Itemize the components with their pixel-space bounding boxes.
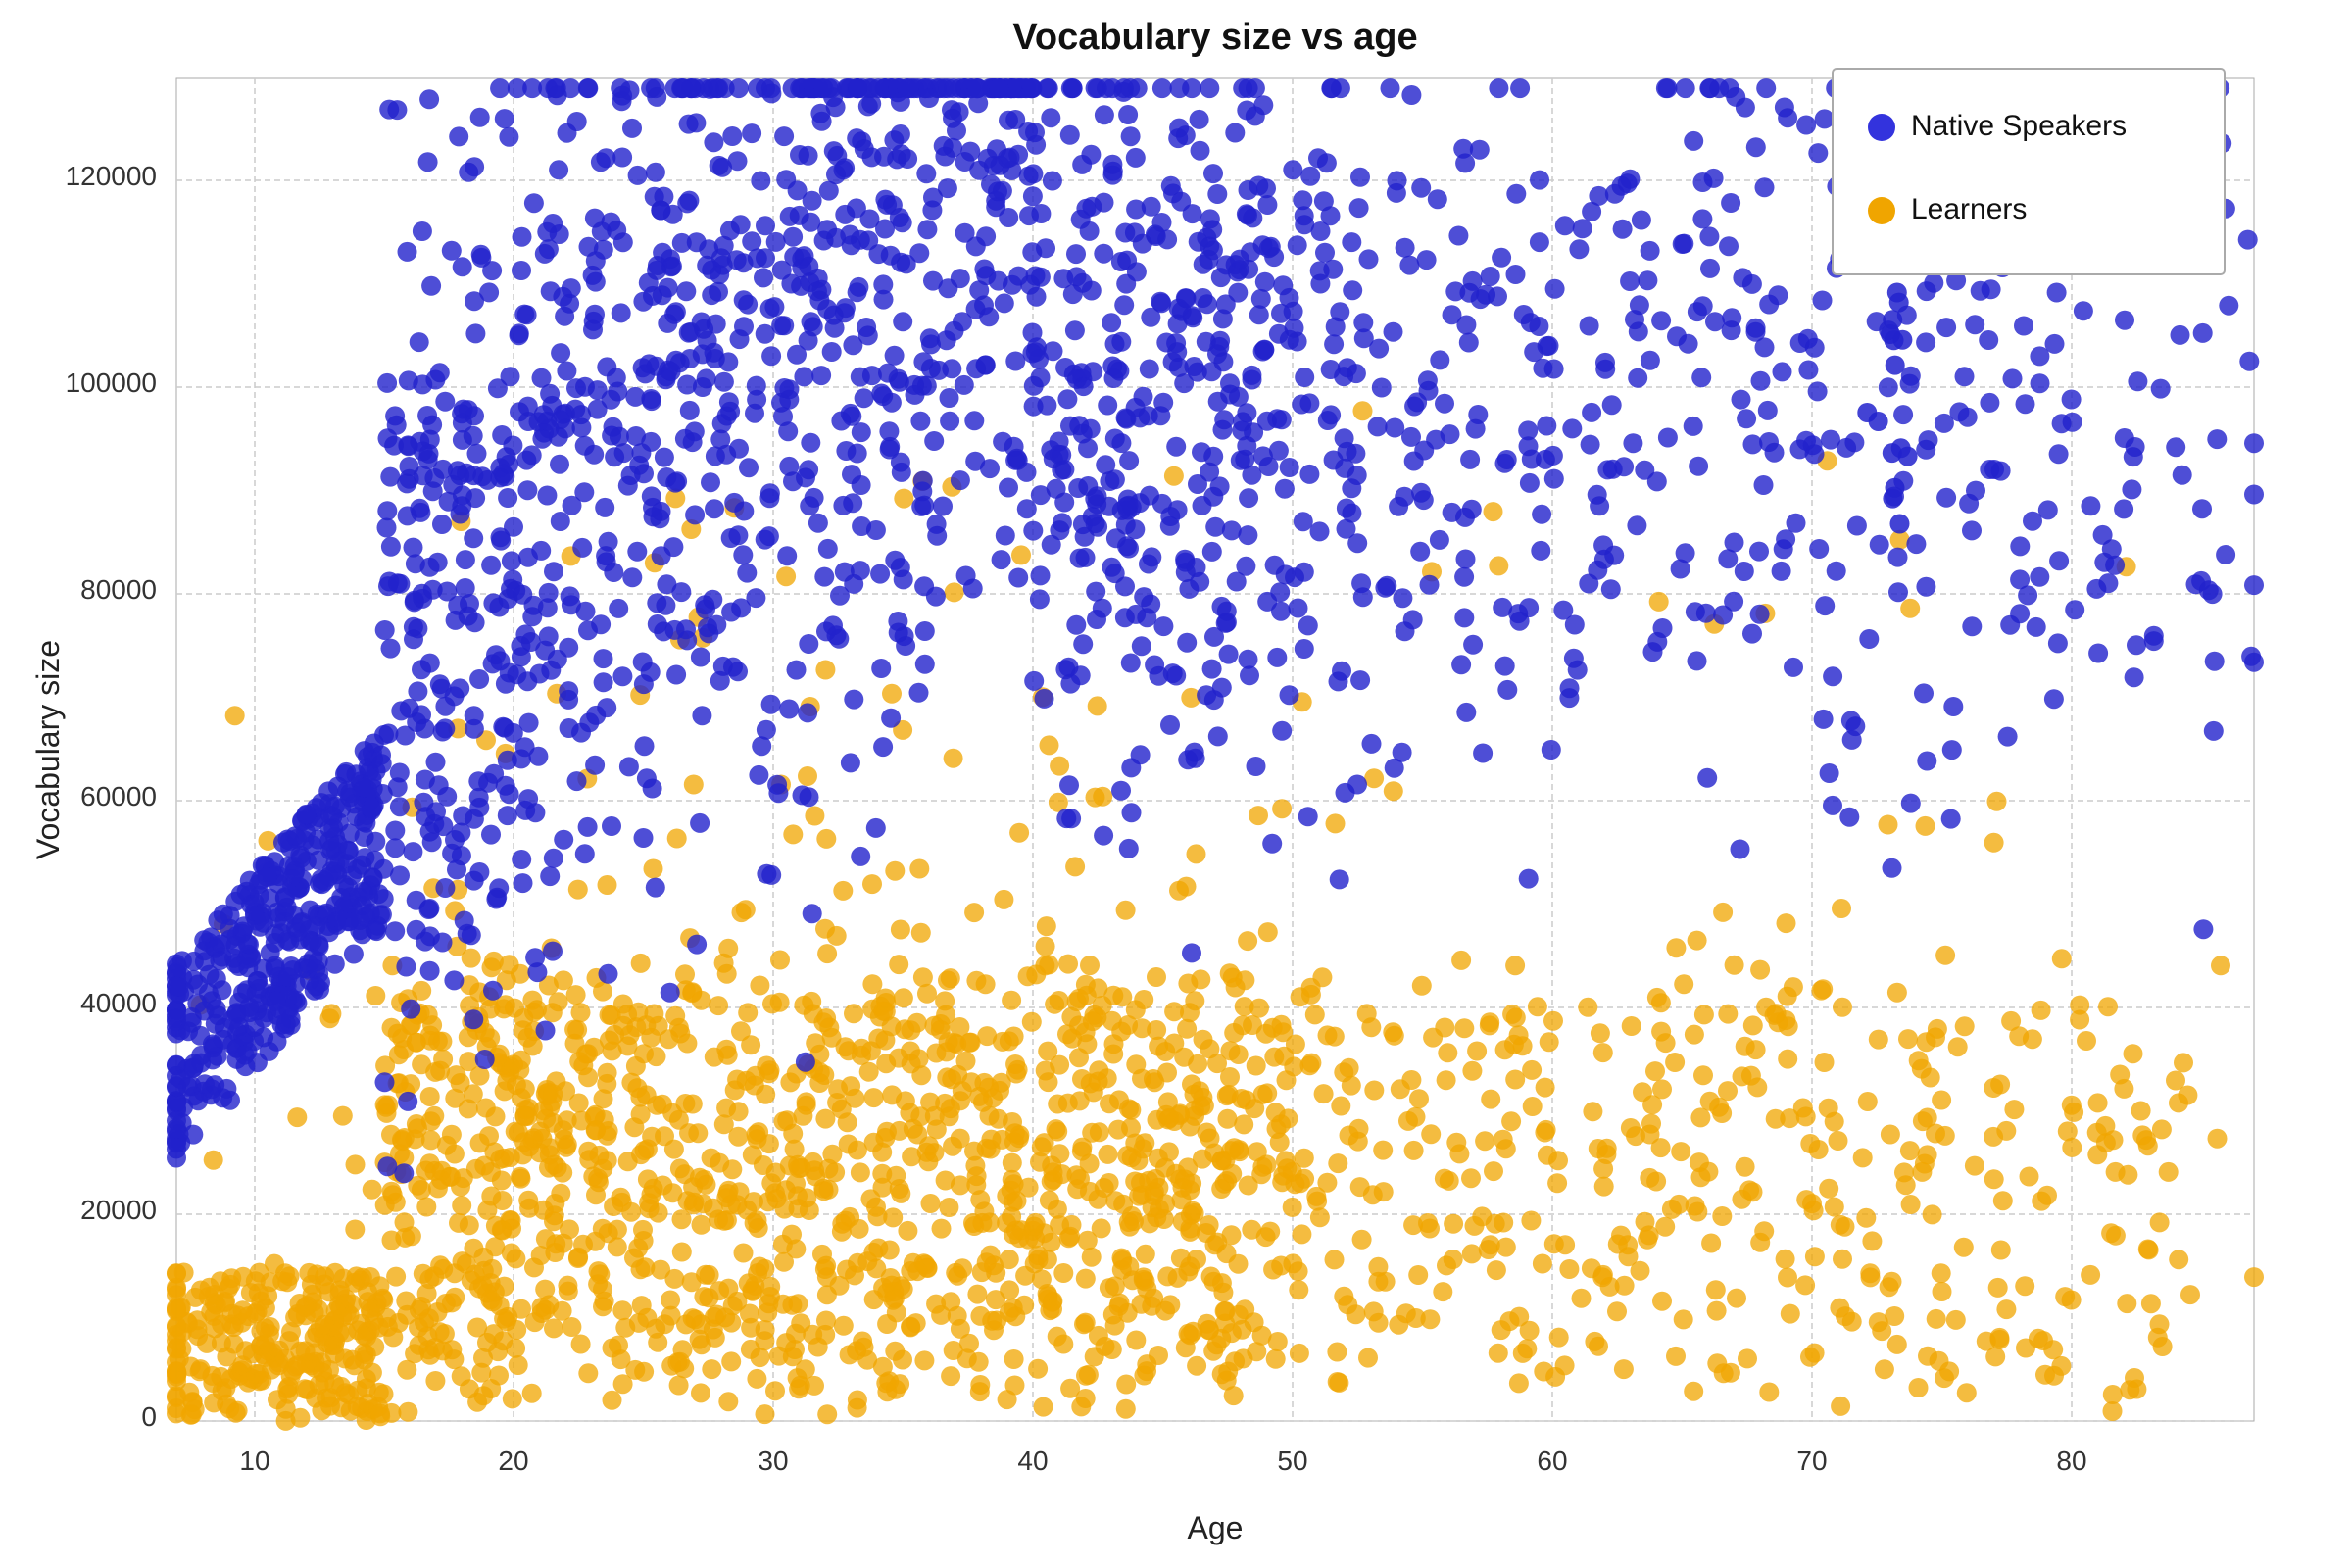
- y-tick-20k: 20000: [80, 1195, 157, 1225]
- y-tick-120k: 120000: [66, 161, 157, 191]
- x-tick-30: 30: [758, 1446, 788, 1476]
- x-tick-10: 10: [239, 1446, 270, 1476]
- x-tick-50: 50: [1277, 1446, 1307, 1476]
- y-tick-40k: 40000: [80, 988, 157, 1018]
- y-tick-60k: 60000: [80, 781, 157, 811]
- legend-box: [1833, 69, 2225, 274]
- chart-container: Vocabulary size vs age 0 20000 40000 60: [0, 0, 2352, 1568]
- legend-learner-label: Learners: [1911, 193, 2027, 225]
- x-tick-70: 70: [1796, 1446, 1827, 1476]
- y-tick-0: 0: [141, 1401, 157, 1432]
- y-axis-label: Vocabulary size: [30, 640, 66, 859]
- legend-native-icon: [1868, 114, 1895, 141]
- legend-learner-icon: [1868, 197, 1895, 224]
- x-axis-label: Age: [1188, 1510, 1244, 1545]
- legend-native-label: Native Speakers: [1911, 110, 2127, 142]
- scatter-chart: Vocabulary size vs age 0 20000 40000 60: [0, 0, 2352, 1568]
- x-tick-40: 40: [1017, 1446, 1048, 1476]
- x-tick-20: 20: [498, 1446, 528, 1476]
- chart-title: Vocabulary size vs age: [1012, 17, 1417, 58]
- x-tick-80: 80: [2056, 1446, 2086, 1476]
- y-tick-100k: 100000: [66, 368, 157, 398]
- y-tick-80k: 80000: [80, 574, 157, 605]
- x-tick-60: 60: [1537, 1446, 1567, 1476]
